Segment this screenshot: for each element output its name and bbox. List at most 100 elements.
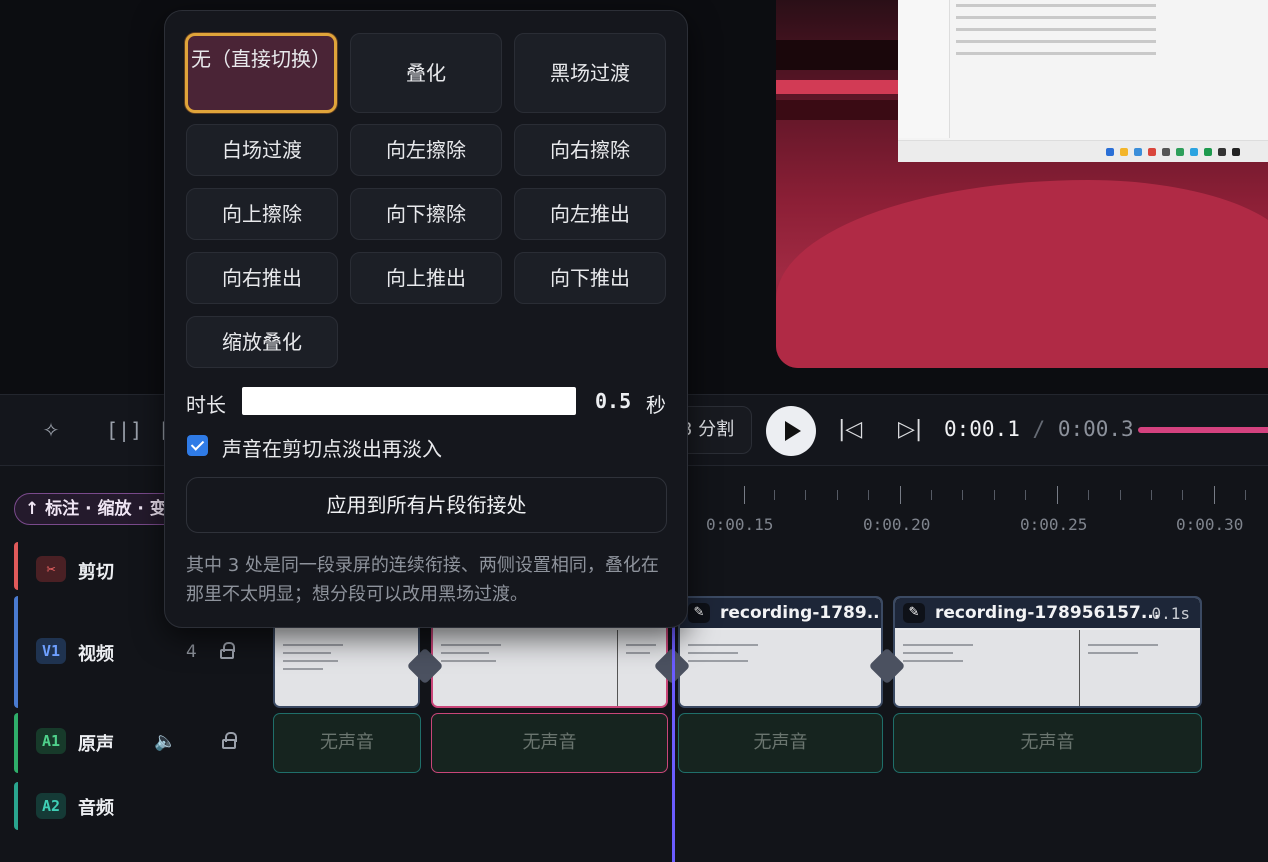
browser-icon xyxy=(1134,148,1142,156)
clip-thumbnail xyxy=(275,630,418,706)
ruler-tick xyxy=(900,486,901,504)
windows-icon xyxy=(1106,148,1114,156)
clip-thumbnail xyxy=(433,630,618,706)
ruler-label: 0:00.25 xyxy=(1020,515,1088,534)
preview-shape xyxy=(776,80,916,94)
ruler-tick xyxy=(994,490,995,500)
apply-to-all-button[interactable]: 应用到所有片段衔接处 xyxy=(186,477,667,533)
audio-clip[interactable]: 无声音 xyxy=(678,713,883,773)
pencil-icon[interactable]: ✎ xyxy=(688,603,710,623)
clip-thumbnail xyxy=(895,630,1080,706)
ruler-tick xyxy=(931,490,932,500)
audio-clip[interactable]: 无声音 xyxy=(893,713,1202,773)
skip-back-icon[interactable]: |◁ xyxy=(838,419,862,441)
lock-icon[interactable] xyxy=(220,642,235,659)
transition-popover: 无（直接切换） 叠化 黑场过渡 白场过渡 向左擦除 向右擦除 向上擦除 向下擦除… xyxy=(164,10,688,628)
duration-label: 时长 xyxy=(186,393,226,417)
file-row xyxy=(956,4,1156,7)
track-badge: A1 xyxy=(36,728,66,754)
ruler-tick xyxy=(868,490,869,500)
folder-icon xyxy=(1120,148,1128,156)
track-name: 视频 xyxy=(78,644,114,665)
clip-thumbnail xyxy=(1080,630,1200,706)
app-icon xyxy=(1204,148,1212,156)
transition-option-wipe-up[interactable]: 向上擦除 xyxy=(186,188,338,240)
track-name: 音频 xyxy=(78,798,114,819)
clip-thumbnail xyxy=(680,630,881,706)
ruler-tick xyxy=(1057,486,1058,504)
transition-option-push-down[interactable]: 向下推出 xyxy=(514,252,666,304)
ruler-tick xyxy=(805,490,806,500)
track-v1[interactable]: V1 视频 4 xyxy=(14,596,235,708)
transition-note: 其中 3 处是同一段录屏的连续衔接、两侧设置相同，叠化在那里不太明显；想分段可以… xyxy=(186,555,659,605)
time-separator: / xyxy=(1032,417,1046,441)
ruler-tick xyxy=(774,490,775,500)
transition-option-fade-black[interactable]: 黑场过渡 xyxy=(514,33,666,113)
duration-slider[interactable] xyxy=(242,387,576,415)
audio-clip[interactable]: 无声音 xyxy=(273,713,421,773)
taskbar xyxy=(898,140,1268,162)
lock-icon[interactable] xyxy=(222,732,237,749)
audio-fade-label[interactable]: 声音在剪切点淡出再淡入 xyxy=(222,433,442,462)
preview-screenshot-window xyxy=(898,0,1268,162)
transition-option-dissolve[interactable]: 叠化 xyxy=(350,33,502,113)
file-row xyxy=(956,28,1156,31)
skip-forward-icon[interactable]: ▷| xyxy=(898,419,922,441)
transition-option-none[interactable]: 无（直接切换） xyxy=(185,33,337,113)
clip-duration: 0.1s xyxy=(1151,604,1190,623)
file-row xyxy=(956,52,1156,55)
ruler-label: 0:00.15 xyxy=(706,515,774,534)
ruler-tick xyxy=(744,486,745,504)
track-a1[interactable]: A1 原声 🔈 xyxy=(14,713,237,773)
ruler-tick xyxy=(1088,490,1089,500)
app-icon xyxy=(1148,148,1156,156)
transition-option-wipe-right[interactable]: 向右擦除 xyxy=(514,124,666,176)
track-name: 剪切 xyxy=(78,562,114,583)
app-icon xyxy=(1190,148,1198,156)
ruler-tick xyxy=(1214,486,1215,504)
app-icon xyxy=(1218,148,1226,156)
video-clip[interactable]: recording-178956157... ✎ 0.1s xyxy=(893,596,1202,708)
ruler-tick xyxy=(1182,490,1183,500)
transition-option-zoom-dissolve[interactable]: 缩放叠化 xyxy=(186,316,338,368)
duration-value: 0.5 xyxy=(595,389,632,413)
file-row xyxy=(956,16,1156,19)
play-button[interactable] xyxy=(766,406,816,456)
ruler-tick xyxy=(962,490,963,500)
track-badge: A2 xyxy=(36,793,66,819)
track-cut[interactable]: ✂ 剪切 xyxy=(14,542,114,590)
video-clip[interactable]: recording-1789... ✎ xyxy=(678,596,883,708)
transition-option-wipe-down[interactable]: 向下擦除 xyxy=(350,188,502,240)
clip-header: recording-1789... xyxy=(680,598,881,628)
current-time: 0:00.1 xyxy=(944,417,1020,441)
transition-option-push-up[interactable]: 向上推出 xyxy=(350,252,502,304)
audio-clip[interactable]: 无声音 xyxy=(431,713,668,773)
app-icon xyxy=(1232,148,1240,156)
track-badge: V1 xyxy=(36,638,66,664)
app-icon xyxy=(1162,148,1170,156)
track-a2[interactable]: A2 音频 xyxy=(14,782,114,830)
pencil-icon[interactable]: ✎ xyxy=(903,603,925,623)
preview-shape xyxy=(776,40,906,70)
ruler-tick xyxy=(1151,490,1152,500)
split-clip-icon[interactable]: [|] xyxy=(106,415,142,445)
preview-shape xyxy=(776,180,1268,368)
ruler-tick xyxy=(1245,490,1246,500)
volume-icon[interactable]: 🔈 xyxy=(154,731,176,752)
ruler-tick xyxy=(837,490,838,500)
clip-count: 4 xyxy=(186,642,197,662)
playback-progress[interactable] xyxy=(1138,427,1268,433)
file-row xyxy=(956,40,1156,43)
magic-wand-icon[interactable]: ✧ xyxy=(36,415,66,445)
transition-option-wipe-left[interactable]: 向左擦除 xyxy=(350,124,502,176)
transition-option-fade-white[interactable]: 白场过渡 xyxy=(186,124,338,176)
transition-option-push-right[interactable]: 向右推出 xyxy=(186,252,338,304)
timecode: 0:00.1 / 0:00.3 xyxy=(944,417,1134,441)
ruler-label: 0:00.30 xyxy=(1176,515,1244,534)
playhead[interactable] xyxy=(672,596,675,862)
scissors-icon: ✂ xyxy=(36,556,66,582)
audio-fade-checkbox[interactable] xyxy=(187,435,208,456)
ruler-tick xyxy=(1120,490,1121,500)
ruler-tick xyxy=(1025,490,1026,500)
transition-option-push-left[interactable]: 向左推出 xyxy=(514,188,666,240)
